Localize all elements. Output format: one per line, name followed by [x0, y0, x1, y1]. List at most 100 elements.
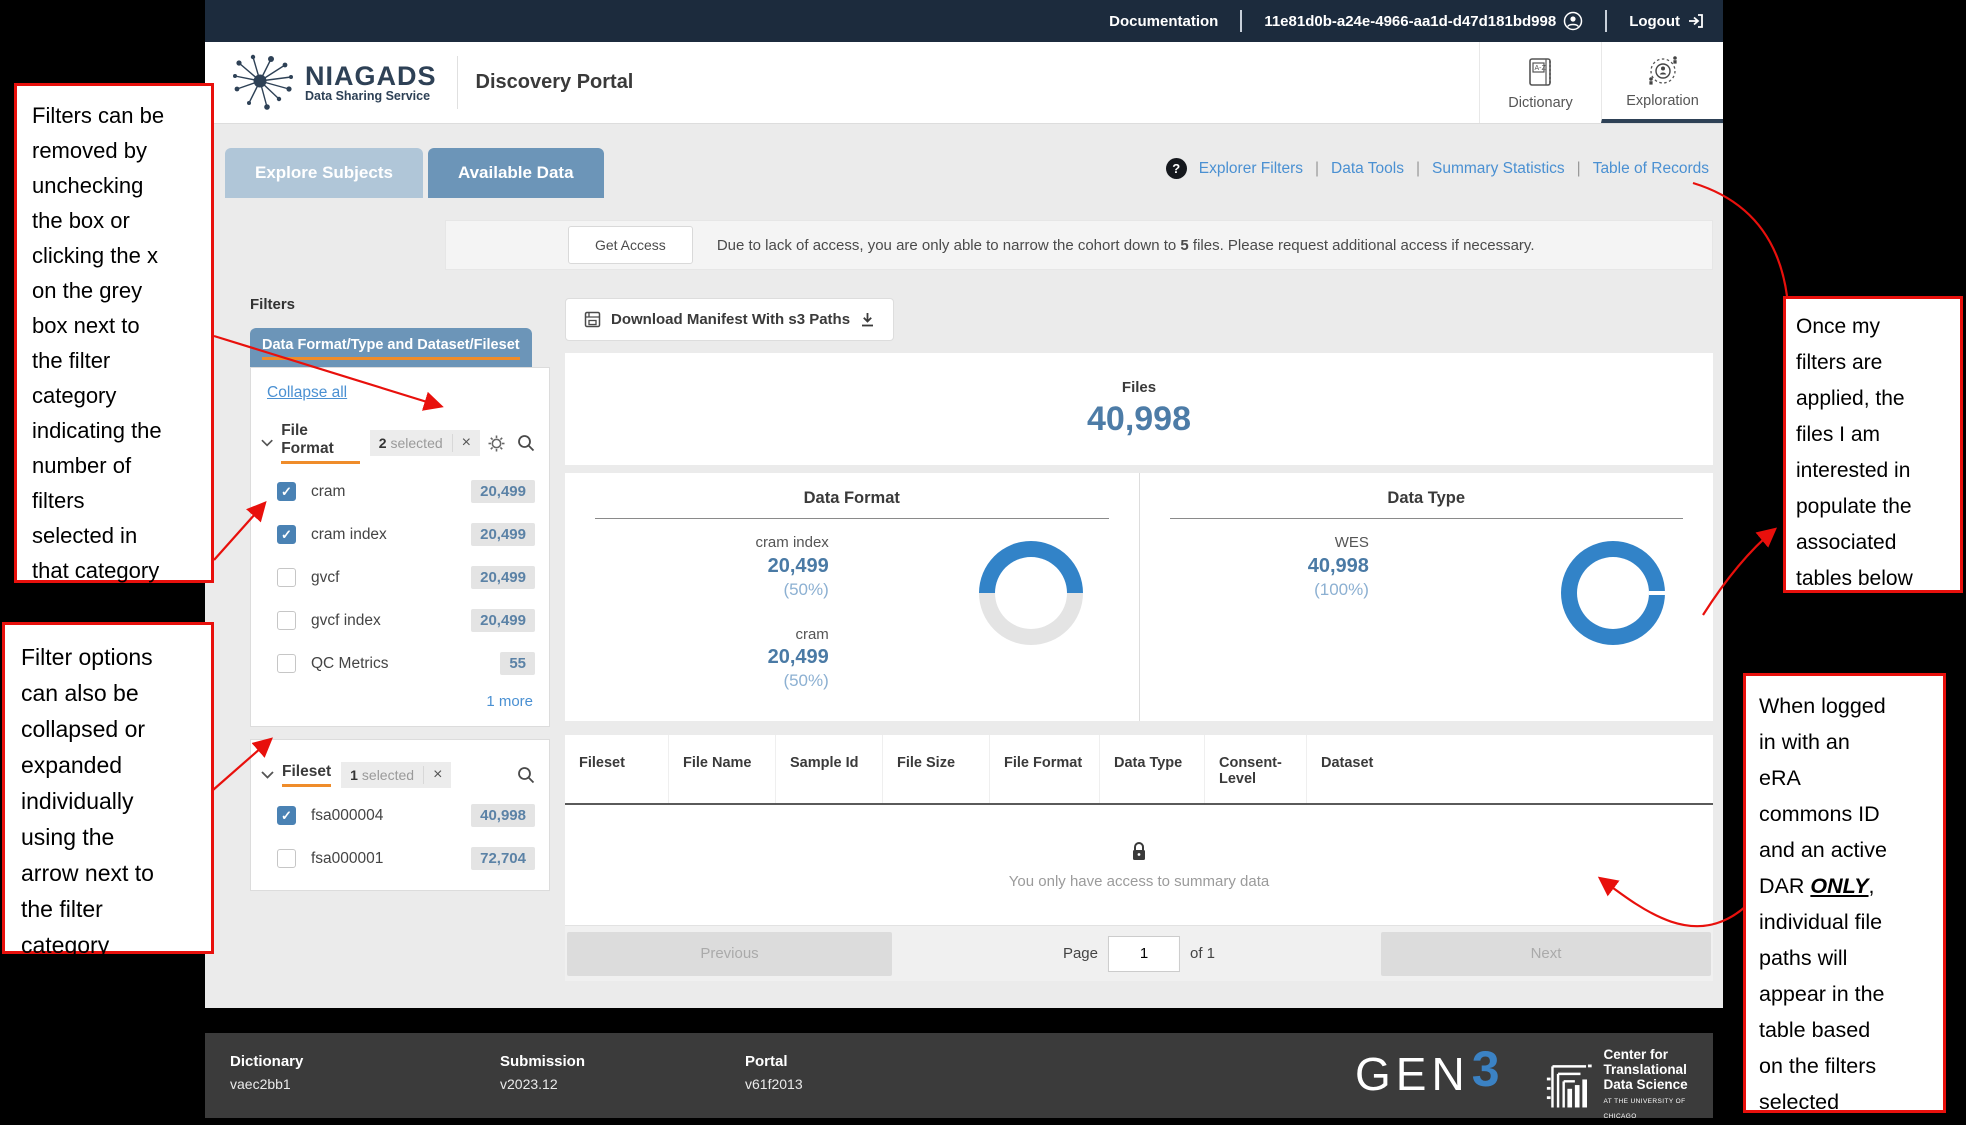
show-more-link[interactable]: 1 more	[251, 685, 549, 716]
filter-option-fsa000004: fsa000004 40,998	[251, 794, 549, 837]
file-format-selected-chip: 2selected	[370, 430, 480, 456]
link-explorer-filters[interactable]: Explorer Filters	[1199, 160, 1303, 178]
logout-button[interactable]: Logout	[1629, 12, 1705, 30]
option-label: gvcf index	[311, 612, 381, 630]
checkbox-gvcf-index[interactable]	[277, 611, 296, 630]
nav-exploration-label: Exploration	[1626, 93, 1699, 109]
user-circle-icon	[1563, 11, 1583, 31]
page-number-input[interactable]	[1108, 936, 1180, 972]
page-body: Explore Subjects Available Data ? Explor…	[205, 124, 1723, 1008]
main-content: Download Manifest With s3 Paths Files 40…	[565, 298, 1713, 981]
get-access-button[interactable]: Get Access	[568, 226, 693, 264]
selected-word: selected	[391, 435, 443, 451]
ctds-line: Translational	[1604, 1062, 1713, 1077]
niagads-logo[interactable]: NIAGADS Data Sharing Service	[205, 42, 437, 123]
col-file-size[interactable]: File Size	[882, 735, 989, 803]
ctds-subtext: AT THE UNIVERSITY OF CHICAGO	[1604, 1094, 1713, 1124]
col-file-format[interactable]: File Format	[989, 735, 1099, 803]
next-page-button[interactable]: Next	[1381, 932, 1711, 976]
collapse-all-link[interactable]: Collapse all	[267, 384, 347, 401]
link-summary-statistics[interactable]: Summary Statistics	[1432, 160, 1565, 178]
footer-label: Portal	[745, 1053, 803, 1070]
option-count: 20,499	[471, 609, 535, 632]
checkbox-qc-metrics[interactable]	[277, 654, 296, 673]
col-fileset[interactable]: Fileset	[565, 735, 668, 803]
data-type-labels: WES 40,998 (100%)	[1140, 533, 1369, 625]
chevron-down-icon[interactable]	[261, 439, 273, 447]
link-table-of-records[interactable]: Table of Records	[1593, 160, 1709, 178]
donut-hole	[1577, 557, 1649, 629]
documentation-link[interactable]: Documentation	[1109, 13, 1218, 30]
link-separator: |	[1577, 160, 1581, 178]
download-icon	[860, 312, 875, 328]
manifest-file-icon	[584, 311, 601, 328]
gear-icon[interactable]	[488, 435, 505, 452]
tab-available-data[interactable]: Available Data	[428, 148, 604, 198]
user-id-menu[interactable]: 11e81d0b-a24e-4966-aa1d-d47d181bd998	[1264, 11, 1583, 31]
search-icon[interactable]	[517, 766, 535, 784]
search-icon[interactable]	[517, 434, 535, 452]
empty-message: You only have access to summary data	[1009, 873, 1269, 890]
help-icon[interactable]: ?	[1166, 158, 1187, 179]
segment-name: cram	[565, 625, 829, 645]
previous-page-button[interactable]: Previous	[567, 932, 892, 976]
link-separator: |	[1315, 160, 1319, 178]
ctds-text: Center for Translational Data Science AT…	[1604, 1047, 1713, 1124]
brand-subtitle: Data Sharing Service	[305, 89, 437, 103]
download-manifest-button[interactable]: Download Manifest With s3 Paths	[565, 298, 894, 341]
ctds-line: Data Science	[1604, 1077, 1713, 1092]
segment-percent: (50%)	[565, 579, 829, 601]
ctds-logo: Center for Translational Data Science AT…	[1545, 1047, 1713, 1124]
option-label: cram index	[311, 526, 387, 544]
link-data-tools[interactable]: Data Tools	[1331, 160, 1404, 178]
access-message-prefix: Due to lack of access, you are only able…	[717, 237, 1181, 254]
collapse-all-wrap: Collapse all	[251, 380, 549, 412]
checkbox-cram-index[interactable]	[277, 525, 296, 544]
col-dataset[interactable]: Dataset	[1306, 735, 1713, 803]
col-sample-id[interactable]: Sample Id	[775, 735, 882, 803]
header-divider	[457, 56, 458, 109]
annotation-era-commons: When logged in with an eRA commons ID an…	[1743, 673, 1946, 1113]
clear-filter-x-icon[interactable]	[452, 434, 480, 452]
chevron-down-icon[interactable]	[261, 771, 274, 779]
clear-filter-x-icon[interactable]	[423, 766, 451, 784]
top-bar: Documentation 11e81d0b-a24e-4966-aa1d-d4…	[205, 0, 1723, 42]
portal-title: Discovery Portal	[476, 71, 634, 94]
data-format-donut	[979, 541, 1083, 645]
nav-dictionary[interactable]: A-Z Dictionary	[1479, 42, 1601, 123]
records-table: Fileset File Name Sample Id File Size Fi…	[565, 735, 1713, 981]
table-header-row: Fileset File Name Sample Id File Size Fi…	[565, 735, 1713, 805]
gen3-accent: 3	[1472, 1047, 1505, 1091]
charts-card: Data Format cram index 20,499 (50%) cram	[565, 473, 1713, 721]
option-count: 72,704	[471, 847, 535, 870]
logout-label: Logout	[1629, 13, 1680, 30]
option-label: fsa000004	[311, 807, 383, 825]
selected-word: selected	[362, 767, 414, 783]
data-type-donut	[1561, 541, 1665, 645]
view-tabs: Explore Subjects Available Data	[225, 148, 604, 198]
gen3-logo: GEN3	[1355, 1047, 1505, 1101]
files-label: Files	[1122, 379, 1156, 396]
footer-dictionary-version: Dictionary vaec2bb1	[230, 1053, 303, 1092]
col-consent-level[interactable]: Consent-Level	[1204, 735, 1306, 803]
annotation-filters-applied: Once my filters are applied, the files I…	[1783, 296, 1963, 593]
data-type-chart: Data Type WES 40,998 (100%)	[1139, 473, 1714, 721]
explorer-toolbar-links: ? Explorer Filters | Data Tools | Summar…	[1166, 158, 1709, 179]
col-file-name[interactable]: File Name	[668, 735, 775, 803]
checkbox-cram[interactable]	[277, 482, 296, 501]
filter-category-tab[interactable]: Data Format/Type and Dataset/Fileset	[250, 328, 532, 367]
nav-exploration[interactable]: Exploration	[1601, 42, 1723, 123]
checkbox-fsa000001[interactable]	[277, 849, 296, 868]
checkbox-fsa000004[interactable]	[277, 806, 296, 825]
segment-name: cram index	[565, 533, 829, 553]
chart-rule	[1170, 518, 1684, 519]
tab-explore-subjects[interactable]: Explore Subjects	[225, 148, 423, 198]
link-separator: |	[1416, 160, 1420, 178]
filter-option-cram-index: cram index 20,499	[251, 513, 549, 556]
col-data-type[interactable]: Data Type	[1099, 735, 1204, 803]
checkbox-gvcf[interactable]	[277, 568, 296, 587]
option-label: gvcf	[311, 569, 339, 587]
download-manifest-label: Download Manifest With s3 Paths	[611, 311, 850, 328]
files-count: 40,998	[1087, 400, 1191, 439]
data-type-body: WES 40,998 (100%)	[1140, 533, 1714, 645]
